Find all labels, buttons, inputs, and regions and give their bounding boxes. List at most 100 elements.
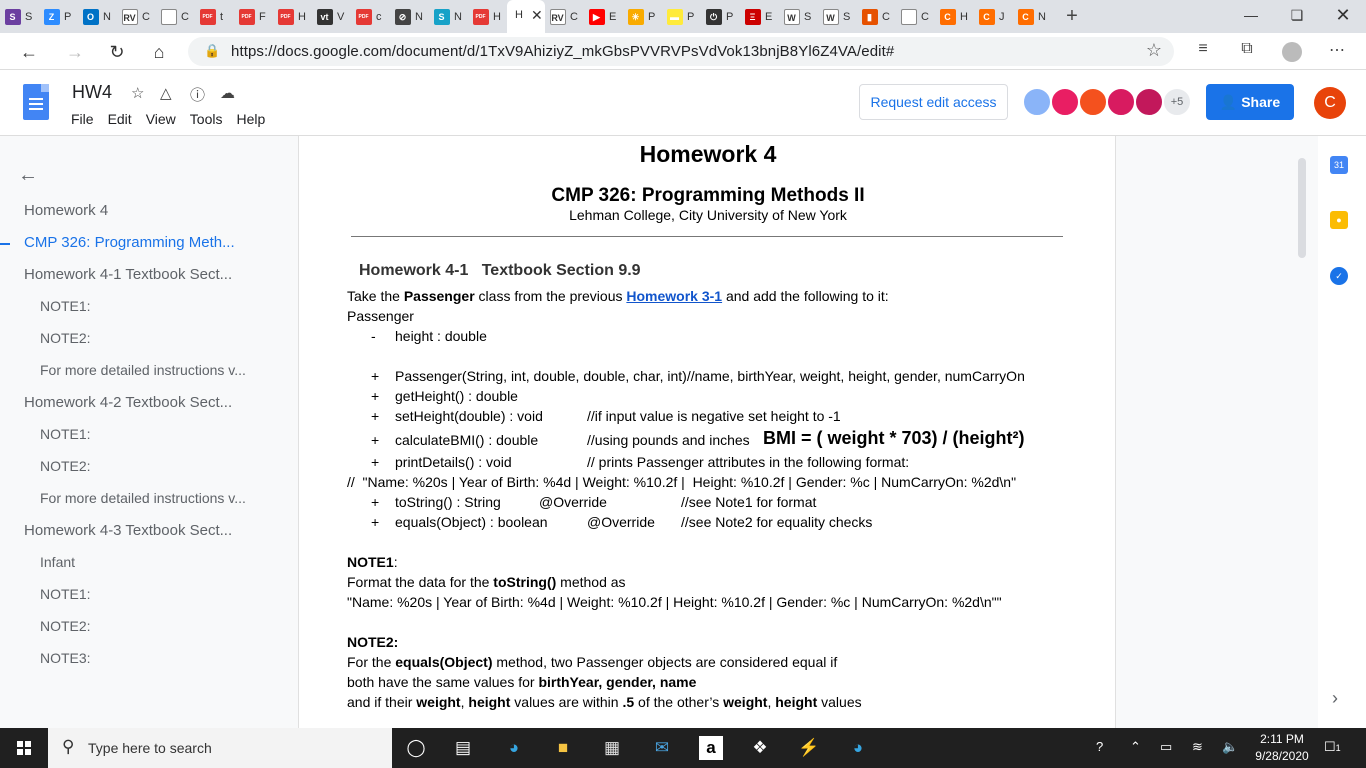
- wifi-icon[interactable]: ≋: [1192, 739, 1203, 755]
- browser-tab[interactable]: [156, 0, 181, 33]
- profile-avatar[interactable]: [1282, 42, 1302, 62]
- browser-tab[interactable]: ▮: [857, 0, 882, 33]
- task-view-icon[interactable]: ▤: [451, 736, 475, 760]
- browser-tab-wrapper[interactable]: ▬ P: [662, 0, 701, 33]
- browser-tab-wrapper[interactable]: SS: [0, 0, 39, 33]
- close-tab-icon[interactable]: ✕: [531, 7, 543, 24]
- notifications-icon[interactable]: ☐1: [1324, 739, 1341, 755]
- info-icon[interactable]: ⓘ: [190, 84, 205, 105]
- calendar-icon[interactable]: 31: [1330, 156, 1348, 174]
- outline-item[interactable]: NOTE3:: [40, 650, 91, 666]
- browser-tab[interactable]: ▬: [662, 0, 687, 33]
- clock[interactable]: 2:11 PM 9/28/2020: [1250, 731, 1314, 765]
- browser-tab[interactable]: W: [779, 0, 804, 33]
- file-explorer-icon[interactable]: ■: [551, 736, 575, 760]
- browser-tab[interactable]: ⊘: [390, 0, 415, 33]
- browser-tab[interactable]: PDF: [234, 0, 259, 33]
- browser-tab-wrapper[interactable]: C: [156, 0, 195, 33]
- homework-3-1-link[interactable]: Homework 3-1: [626, 288, 722, 304]
- browser-tab-wrapper[interactable]: SN: [429, 0, 468, 33]
- amazon-icon[interactable]: a: [699, 736, 723, 760]
- account-avatar[interactable]: C: [1314, 87, 1346, 119]
- menu-edit[interactable]: Edit: [108, 111, 132, 127]
- browser-tab-wrapper[interactable]: C: [896, 0, 935, 33]
- browser-tab[interactable]: RV: [117, 0, 142, 33]
- expand-side-panel-icon[interactable]: ›: [1332, 688, 1338, 709]
- tray-chevron-icon[interactable]: ⌃: [1130, 739, 1141, 755]
- outline-item[interactable]: NOTE2:: [40, 458, 91, 474]
- collaborator-avatar[interactable]: [1106, 87, 1136, 117]
- keep-icon[interactable]: ●: [1330, 211, 1348, 229]
- collaborator-avatar[interactable]: [1078, 87, 1108, 117]
- browser-tab[interactable]: PDF: [273, 0, 298, 33]
- cortana-icon[interactable]: ◯: [404, 736, 428, 760]
- active-browser-tab[interactable]: H ✕: [507, 0, 545, 33]
- outline-item[interactable]: Homework 4-1 Textbook Sect...: [24, 266, 232, 283]
- google-docs-logo-icon[interactable]: [23, 84, 49, 120]
- back-icon[interactable]: ←: [16, 39, 42, 65]
- tasks-icon[interactable]: ✓: [1330, 267, 1348, 285]
- browser-tab[interactable]: C: [935, 0, 960, 33]
- reload-icon[interactable]: ↻: [104, 39, 130, 65]
- taskbar-search[interactable]: ⚲ Type here to search: [48, 728, 392, 768]
- browser-tab[interactable]: ✳: [623, 0, 648, 33]
- browser-tab[interactable]: S: [429, 0, 454, 33]
- browser-tab-wrapper[interactable]: ✳ P: [623, 0, 662, 33]
- browser-tab-wrapper[interactable]: PDF F: [234, 0, 273, 33]
- browser-tab[interactable]: PDF: [351, 0, 376, 33]
- edge-active-icon[interactable]: ◕: [846, 736, 870, 760]
- browser-tab[interactable]: RV: [545, 0, 570, 33]
- document-title[interactable]: HW4: [72, 82, 112, 103]
- browser-tab-wrapper[interactable]: PDF t: [195, 0, 234, 33]
- menu-view[interactable]: View: [146, 111, 176, 127]
- edge-icon[interactable]: ◕: [502, 736, 526, 760]
- browser-tab-wrapper[interactable]: CN: [1013, 0, 1052, 33]
- collections-icon[interactable]: ⧉: [1236, 40, 1258, 58]
- browser-tab-wrapper[interactable]: ΞE: [740, 0, 779, 33]
- browser-tab[interactable]: Ξ: [740, 0, 765, 33]
- minimize-button[interactable]: —: [1228, 0, 1274, 33]
- store-icon[interactable]: ▦: [600, 736, 624, 760]
- app-icon[interactable]: ⚡: [797, 736, 821, 760]
- browser-tab[interactable]: ▶: [584, 0, 609, 33]
- browser-tab-wrapper[interactable]: RV C: [117, 0, 156, 33]
- outline-item[interactable]: NOTE1:: [40, 426, 91, 442]
- browser-tab[interactable]: PDF: [468, 0, 493, 33]
- menu-help[interactable]: Help: [236, 111, 265, 127]
- browser-tab[interactable]: C: [1013, 0, 1038, 33]
- menu-tools[interactable]: Tools: [190, 111, 223, 127]
- browser-tab-wrapper[interactable]: ▶ E: [584, 0, 623, 33]
- close-outline-arrow-icon[interactable]: ←: [18, 164, 38, 187]
- browser-tab-wrapper[interactable]: ZP: [39, 0, 78, 33]
- outline-item[interactable]: For more detailed instructions v...: [40, 490, 246, 506]
- more-menu-icon[interactable]: ⋯: [1326, 40, 1348, 60]
- help-icon[interactable]: ?: [1096, 739, 1103, 754]
- browser-tab[interactable]: O: [78, 0, 103, 33]
- browser-tab[interactable]: PDF: [195, 0, 220, 33]
- outline-item[interactable]: NOTE1:: [40, 586, 91, 602]
- vertical-scrollbar[interactable]: [1298, 158, 1306, 258]
- restore-button[interactable]: ❏: [1274, 0, 1320, 33]
- browser-tab[interactable]: Z: [39, 0, 64, 33]
- document-page[interactable]: Homework 4 CMP 326: Programming Methods …: [298, 136, 1116, 728]
- bookmark-star-icon[interactable]: ☆: [1146, 40, 1162, 61]
- outline-item[interactable]: For more detailed instructions v...: [40, 362, 246, 378]
- collaborator-avatar[interactable]: [1050, 87, 1080, 117]
- browser-tab-wrapper[interactable]: PDF H: [273, 0, 312, 33]
- browser-tab-wrapper[interactable]: vt V: [312, 0, 351, 33]
- url-text[interactable]: https://docs.google.com/document/d/1TxV9…: [231, 43, 894, 60]
- browser-tab[interactable]: [896, 0, 921, 33]
- browser-tab-wrapper[interactable]: ⏻ P: [701, 0, 740, 33]
- browser-tab-wrapper[interactable]: ⊘ N: [390, 0, 429, 33]
- browser-tab-wrapper[interactable]: PDF c: [351, 0, 390, 33]
- outline-item[interactable]: NOTE1:: [40, 298, 91, 314]
- browser-tab[interactable]: vt: [312, 0, 337, 33]
- outline-item[interactable]: Homework 4-3 Textbook Sect...: [24, 522, 232, 539]
- browser-tab-wrapper[interactable]: ▮ C: [857, 0, 896, 33]
- home-icon[interactable]: ⌂: [146, 39, 172, 65]
- start-button[interactable]: [0, 728, 48, 768]
- outline-item[interactable]: Homework 4-2 Textbook Sect...: [24, 394, 232, 411]
- browser-tab[interactable]: ⏻: [701, 0, 726, 33]
- cloud-status-icon[interactable]: ☁: [220, 84, 235, 102]
- outline-item[interactable]: CMP 326: Programming Meth...: [24, 234, 235, 251]
